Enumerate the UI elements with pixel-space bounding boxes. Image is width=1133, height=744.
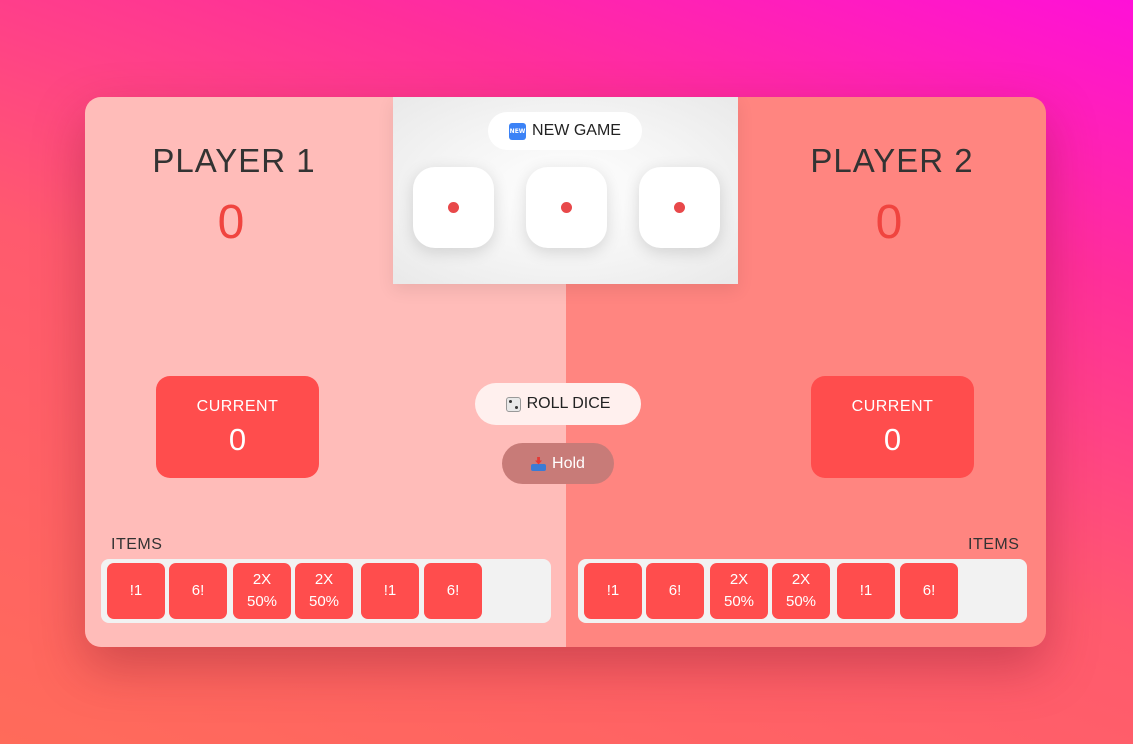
die-pip [561, 202, 572, 213]
item-button[interactable]: 2X 50% [233, 563, 291, 619]
die-3 [639, 167, 720, 248]
new-game-button[interactable]: NEW NEW GAME [488, 112, 642, 150]
hold-button[interactable]: Hold [502, 443, 614, 484]
item-button[interactable]: 6! [424, 563, 482, 619]
player-2-items-label: ITEMS [968, 536, 1020, 553]
player-1-current-label: CURRENT [196, 398, 279, 415]
player-1-current-box: CURRENT 0 [156, 376, 319, 478]
player-1-items-label: ITEMS [111, 536, 163, 553]
new-badge-icon: NEW [509, 122, 527, 140]
hold-label: Hold [552, 454, 585, 472]
item-button[interactable]: !1 [837, 563, 895, 619]
player-2-current-value: 0 [883, 422, 902, 457]
item-button[interactable]: 6! [169, 563, 227, 619]
item-button[interactable]: 2X 50% [710, 563, 768, 619]
die-pip [674, 202, 685, 213]
item-button[interactable]: !1 [584, 563, 642, 619]
player-1-score: 0 [217, 196, 245, 249]
item-button[interactable]: 2X 50% [295, 563, 353, 619]
inbox-tray-icon [531, 456, 547, 471]
item-button[interactable]: !1 [107, 563, 165, 619]
die-pip [448, 202, 459, 213]
player-1-current-value: 0 [228, 422, 247, 457]
player-2-score: 0 [875, 196, 903, 249]
dice-icon [505, 396, 521, 412]
item-button[interactable]: !1 [361, 563, 419, 619]
player-1-name: PLAYER 1 [152, 142, 316, 179]
player-2-items-tray: !1 6! 2X 50% 2X 50% !1 6! [578, 559, 1027, 623]
roll-dice-button[interactable]: ROLL DICE [475, 383, 641, 425]
player-2-current-box: CURRENT 0 [811, 376, 974, 478]
roll-dice-label: ROLL DICE [526, 395, 611, 412]
item-button[interactable]: 2X 50% [772, 563, 830, 619]
game-board: PLAYER 1 0 CURRENT 0 PLAYER 2 0 CURRENT … [85, 97, 1046, 647]
die-2 [526, 167, 607, 248]
item-button[interactable]: 6! [646, 563, 704, 619]
player-1-items-tray: !1 6! 2X 50% 2X 50% !1 6! [101, 559, 551, 623]
die-1 [413, 167, 494, 248]
new-game-label: NEW GAME [532, 122, 621, 139]
player-2-name: PLAYER 2 [810, 142, 974, 179]
item-button[interactable]: 6! [900, 563, 958, 619]
player-2-current-label: CURRENT [851, 398, 934, 415]
